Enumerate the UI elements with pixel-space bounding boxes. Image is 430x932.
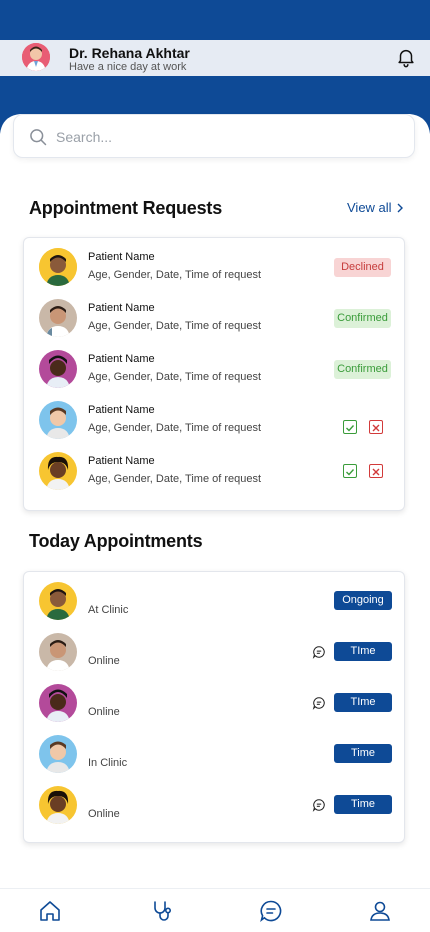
time-button[interactable]: Time (334, 744, 392, 763)
request-row[interactable]: Patient Name Age, Gender, Date, Time of … (24, 248, 406, 299)
patient-avatar (39, 786, 77, 824)
ongoing-button[interactable]: Ongoing (334, 591, 392, 610)
check-icon (346, 425, 355, 432)
chat-icon[interactable] (312, 645, 326, 659)
request-row[interactable]: Patient Name Age, Gender, Date, Time of … (24, 299, 406, 350)
view-all-label: View all (347, 200, 392, 215)
close-icon (372, 424, 380, 432)
app-header: Dr. Rehana Akhtar Have a nice day at wor… (0, 40, 430, 76)
doctor-avatar[interactable] (22, 43, 50, 71)
patient-avatar (39, 582, 77, 620)
status-badge-confirmed: Confirmed (334, 360, 391, 379)
patient-name: Patient Name (88, 455, 155, 467)
request-details: Age, Gender, Date, Time of request (88, 422, 262, 434)
requests-title: Appointment Requests (29, 198, 223, 218)
status-badge-declined: Declined (334, 258, 391, 277)
greeting-text: Have a nice day at work (69, 61, 187, 73)
patient-name: Patient Name (88, 302, 155, 314)
appointment-row[interactable]: Online TIme (24, 684, 406, 735)
accept-button[interactable] (343, 464, 357, 478)
message-icon[interactable] (259, 899, 283, 923)
search-bar[interactable] (13, 114, 415, 158)
appointment-mode: Online (88, 655, 120, 667)
decline-button[interactable] (369, 464, 383, 478)
status-badge-confirmed: Confirmed (334, 309, 391, 328)
bell-icon[interactable] (395, 46, 417, 68)
stethoscope-icon[interactable] (151, 899, 175, 923)
bottom-nav (0, 888, 430, 932)
search-icon (30, 129, 47, 146)
chevron-right-icon (397, 203, 403, 212)
patient-avatar (39, 350, 77, 388)
chat-icon[interactable] (312, 798, 326, 812)
appointment-mode: In Clinic (88, 757, 128, 769)
appointment-row[interactable]: At Clinic Ongoing (24, 582, 406, 633)
close-icon (372, 468, 380, 476)
request-details: Age, Gender, Date, Time of request (88, 269, 262, 281)
time-button[interactable]: TIme (334, 642, 392, 661)
today-appointments-card: At Clinic Ongoing Online TIme Online TIm… (23, 571, 405, 843)
appointment-requests-card: Patient Name Age, Gender, Date, Time of … (23, 237, 405, 511)
patient-avatar (39, 684, 77, 722)
search-input[interactable] (56, 125, 396, 149)
request-row[interactable]: Patient Name Age, Gender, Date, Time of … (24, 350, 406, 401)
home-icon[interactable] (38, 899, 62, 923)
request-row[interactable]: Patient Name Age, Gender, Date, Time of … (24, 401, 406, 452)
appointment-row[interactable]: Online Time (24, 786, 406, 837)
today-title: Today Appointments (29, 531, 203, 551)
decline-button[interactable] (369, 420, 383, 434)
request-row[interactable]: Patient Name Age, Gender, Date, Time of … (24, 452, 406, 503)
patient-name: Patient Name (88, 251, 155, 263)
appointment-row[interactable]: In Clinic Time (24, 735, 406, 786)
time-button[interactable]: TIme (334, 693, 392, 712)
patient-avatar (39, 248, 77, 286)
view-all-link[interactable]: View all (347, 200, 404, 215)
appointment-mode: Online (88, 808, 120, 820)
patient-name: Patient Name (88, 353, 155, 365)
time-button[interactable]: Time (334, 795, 392, 814)
request-details: Age, Gender, Date, Time of request (88, 371, 262, 383)
patient-avatar (39, 452, 77, 490)
appointment-mode: At Clinic (88, 604, 129, 616)
status-bar (0, 0, 430, 40)
doctor-name: Dr. Rehana Akhtar (69, 45, 190, 61)
accept-button[interactable] (343, 420, 357, 434)
request-details: Age, Gender, Date, Time of request (88, 320, 262, 332)
patient-avatar (39, 401, 77, 439)
patient-name: Patient Name (88, 404, 155, 416)
patient-avatar (39, 735, 77, 773)
user-icon[interactable] (368, 899, 392, 923)
appointment-mode: Online (88, 706, 120, 718)
check-icon (346, 469, 355, 476)
chat-icon[interactable] (312, 696, 326, 710)
appointment-row[interactable]: Online TIme (24, 633, 406, 684)
patient-avatar (39, 633, 77, 671)
patient-avatar (39, 299, 77, 337)
request-details: Age, Gender, Date, Time of request (88, 473, 262, 485)
